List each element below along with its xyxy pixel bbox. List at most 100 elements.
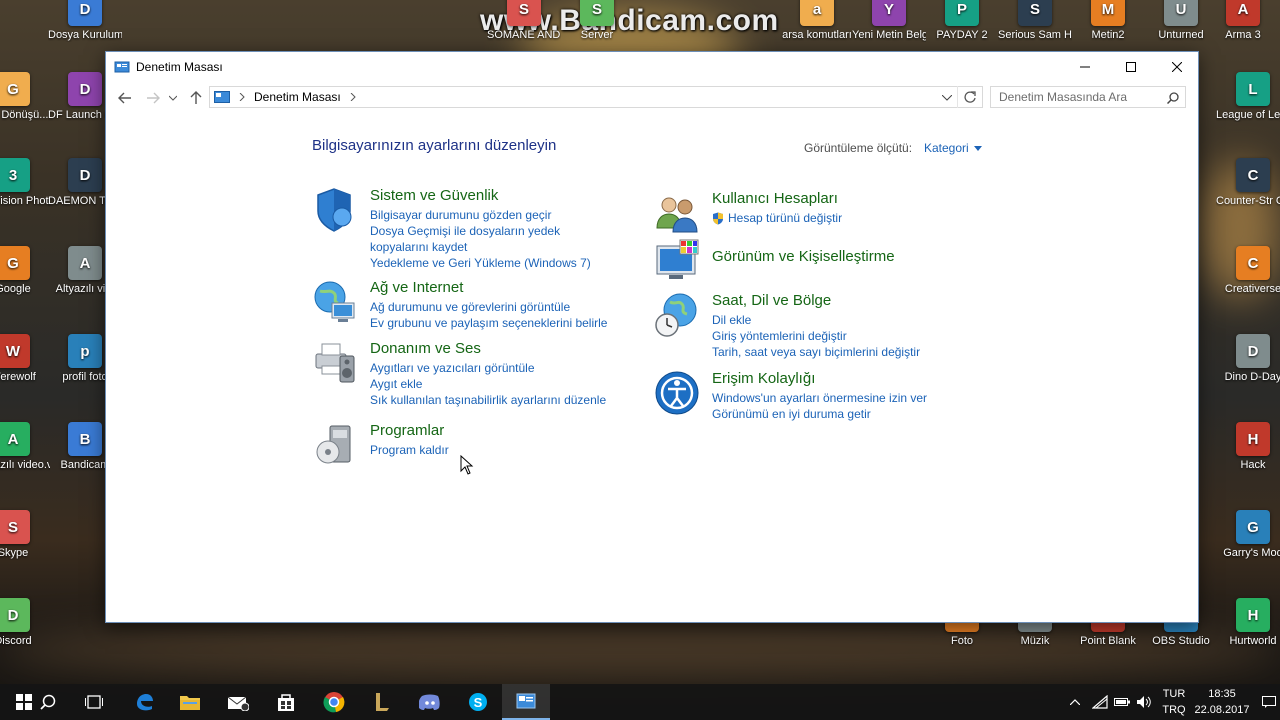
control-panel-icon bbox=[214, 91, 230, 103]
view-by-value[interactable]: Kategori bbox=[924, 141, 969, 155]
desktop-icon[interactable]: H Hack bbox=[1216, 422, 1280, 472]
desktop-icon[interactable]: D Discord bbox=[0, 598, 50, 648]
maximize-button[interactable] bbox=[1108, 52, 1154, 82]
desktop-icon[interactable]: W Werewolf bbox=[0, 334, 50, 384]
taskbar-league[interactable] bbox=[358, 684, 406, 720]
category-title[interactable]: Ağ ve Internet bbox=[370, 279, 607, 296]
chevron-right-icon[interactable] bbox=[349, 93, 357, 101]
category-clock-language-region: Saat, Dil ve Bölge Dil ekle Giriş yöntem… bbox=[654, 292, 920, 360]
up-button[interactable] bbox=[186, 88, 206, 108]
desktop-icon[interactable]: G Geri Dönüşü... bbox=[0, 72, 50, 122]
volume-tray-icon[interactable] bbox=[1134, 684, 1154, 720]
desktop-icon[interactable]: Y Yeni Metin Belgesi (2) bbox=[852, 0, 926, 42]
desktop-icon[interactable]: C Counter-Str Global Offe... bbox=[1216, 158, 1280, 208]
desktop-app-icon: D bbox=[68, 0, 102, 26]
back-button[interactable] bbox=[115, 88, 135, 108]
desktop-icon[interactable]: A Altyazılı video.veg bbox=[0, 422, 50, 472]
view-by-label: Görüntüleme ölçütü: bbox=[804, 141, 913, 155]
control-panel-window: Denetim Masası Denetim Masası Denetim Ma… bbox=[105, 51, 1199, 623]
desktop-app-icon: S bbox=[1018, 0, 1052, 26]
desktop-icon[interactable]: S SOMANE AND KE... bbox=[487, 0, 561, 42]
desktop-icon-label: Werewolf bbox=[0, 371, 36, 383]
category-link[interactable]: Görünümü en iyi duruma getir bbox=[712, 406, 927, 422]
category-link[interactable]: Bilgisayar durumunu gözden geçir bbox=[370, 207, 620, 223]
desktop-icon-label: PAYDAY 2 bbox=[936, 29, 988, 41]
system-clock[interactable]: 18:35 22.08.2017 bbox=[1192, 686, 1252, 718]
taskbar-store[interactable] bbox=[262, 684, 310, 720]
category-title[interactable]: Erişim Kolaylığı bbox=[712, 370, 927, 387]
desktop-icon[interactable]: S Skype bbox=[0, 510, 50, 560]
taskbar-discord[interactable] bbox=[406, 684, 454, 720]
taskbar-mail[interactable] bbox=[214, 684, 262, 720]
category-link[interactable]: Program kaldır bbox=[370, 442, 449, 458]
desktop-icon[interactable]: 3 3D Vision Photo Viewer bbox=[0, 158, 50, 208]
category-link[interactable]: Giriş yöntemlerini değiştir bbox=[712, 328, 920, 344]
category-title[interactable]: Sistem ve Güvenlik bbox=[370, 187, 620, 204]
battery-tray-icon[interactable] bbox=[1112, 684, 1132, 720]
desktop-app-icon: P bbox=[945, 0, 979, 26]
title-bar[interactable]: Denetim Masası bbox=[106, 52, 1198, 82]
view-by-dropdown[interactable]: Kategori bbox=[924, 141, 982, 155]
desktop-icon-label: Creativerse bbox=[1224, 283, 1280, 295]
category-title[interactable]: Saat, Dil ve Bölge bbox=[712, 292, 920, 309]
show-hidden-icons-button[interactable] bbox=[1066, 684, 1084, 720]
clock-date: 22.08.2017 bbox=[1194, 704, 1250, 716]
category-link[interactable]: Aygıtları ve yazıcıları görüntüle bbox=[370, 360, 606, 376]
desktop-app-icon: B bbox=[68, 422, 102, 456]
category-link[interactable]: Hesap türünü değiştir bbox=[712, 210, 842, 226]
taskbar-file-explorer[interactable] bbox=[166, 684, 214, 720]
desktop-icon[interactable]: L League of Legends bbox=[1216, 72, 1280, 122]
forward-button[interactable] bbox=[143, 88, 163, 108]
desktop-icon[interactable]: H Hurtworld bbox=[1216, 598, 1280, 648]
category-title[interactable]: Programlar bbox=[370, 422, 449, 439]
desktop-icon[interactable]: D Dosya Kurulum bbox=[48, 0, 122, 42]
desktop-icon[interactable]: G Google bbox=[0, 246, 50, 296]
desktop-icon[interactable]: M Metin2 bbox=[1071, 0, 1145, 42]
category-link[interactable]: Sık kullanılan taşınabilirlik ayarlarını… bbox=[370, 392, 606, 408]
taskbar-edge[interactable] bbox=[120, 684, 168, 720]
category-link[interactable]: Ev grubunu ve paylaşım seçeneklerini bel… bbox=[370, 315, 607, 331]
desktop-icon[interactable]: a arsa komutları bbox=[780, 0, 854, 42]
keyboard-layout: TRQ bbox=[1162, 704, 1186, 716]
category-title[interactable]: Görünüm ve Kişiselleştirme bbox=[712, 248, 895, 265]
category-link-text[interactable]: Hesap türünü değiştir bbox=[728, 210, 842, 226]
desktop-app-icon: D bbox=[68, 72, 102, 106]
desktop-icon[interactable]: A Arma 3 bbox=[1206, 0, 1280, 42]
task-view-button[interactable] bbox=[70, 684, 118, 720]
taskbar-skype[interactable]: S bbox=[454, 684, 502, 720]
category-link[interactable]: Tarih, saat veya sayı biçimlerini değişt… bbox=[712, 344, 920, 360]
desktop-icon[interactable]: D Dino D-Day bbox=[1216, 334, 1280, 384]
breadcrumb-control-panel[interactable]: Denetim Masası bbox=[254, 90, 341, 104]
users-icon bbox=[656, 197, 698, 233]
category-link[interactable]: Dosya Geçmişi ile dosyaların yedek kopya… bbox=[370, 223, 620, 255]
input-language-indicator[interactable]: TUR TRQ bbox=[1158, 686, 1190, 718]
address-bar[interactable]: Denetim Masası bbox=[209, 86, 983, 108]
minimize-button[interactable] bbox=[1062, 52, 1108, 82]
category-link[interactable]: Yedekleme ve Geri Yükleme (Windows 7) bbox=[370, 255, 620, 271]
refresh-button[interactable] bbox=[957, 86, 981, 108]
category-link[interactable]: Windows'un ayarları önermesine izin ver bbox=[712, 390, 927, 406]
close-button[interactable] bbox=[1154, 52, 1200, 82]
desktop-icon[interactable]: P PAYDAY 2 bbox=[925, 0, 999, 42]
search-button[interactable] bbox=[24, 684, 72, 720]
taskbar-control-panel[interactable] bbox=[502, 684, 550, 720]
desktop-icon[interactable]: S Server bbox=[560, 0, 634, 42]
category-title[interactable]: Kullanıcı Hesapları bbox=[712, 190, 842, 207]
category-link[interactable]: Ağ durumunu ve görevlerini görüntüle bbox=[370, 299, 607, 315]
search-icon[interactable] bbox=[1167, 92, 1179, 104]
desktop-icon[interactable]: C Creativerse bbox=[1216, 246, 1280, 296]
network-globe-icon bbox=[314, 281, 355, 322]
taskbar-chrome[interactable] bbox=[310, 684, 358, 720]
network-tray-icon[interactable] bbox=[1090, 684, 1110, 720]
category-title[interactable]: Donanım ve Ses bbox=[370, 340, 606, 357]
action-center-button[interactable] bbox=[1258, 684, 1280, 720]
desktop-icon[interactable]: G Garry's Mod bbox=[1216, 510, 1280, 560]
recent-locations-button[interactable] bbox=[166, 88, 180, 108]
search-input[interactable]: Denetim Masasında Ara bbox=[990, 86, 1186, 108]
desktop-icon-label: Serious Sam HD The Fir... bbox=[998, 29, 1072, 41]
chevron-down-icon[interactable] bbox=[942, 95, 952, 101]
desktop-icon[interactable]: S Serious Sam HD The Fir... bbox=[998, 0, 1072, 42]
folder-icon bbox=[180, 696, 200, 710]
category-link[interactable]: Aygıt ekle bbox=[370, 376, 606, 392]
category-link[interactable]: Dil ekle bbox=[712, 312, 920, 328]
